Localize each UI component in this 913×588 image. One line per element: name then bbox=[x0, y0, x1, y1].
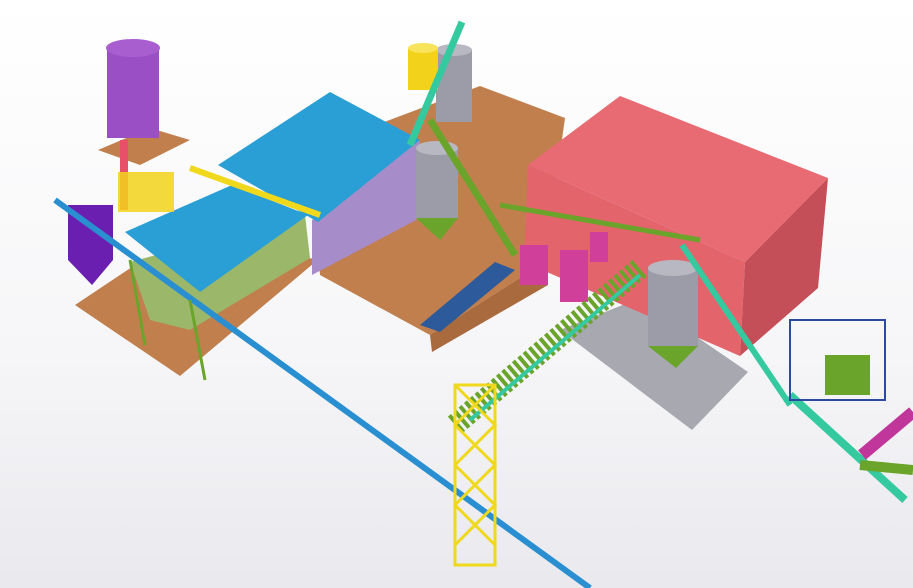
silo-right bbox=[648, 260, 698, 368]
plant-model-scene[interactable] bbox=[0, 0, 913, 588]
right-diagonal-conveyor bbox=[787, 392, 908, 503]
silo-purple-tower bbox=[106, 39, 174, 212]
silo-top bbox=[436, 44, 472, 122]
3d-model-viewport[interactable] bbox=[0, 0, 913, 588]
right-equipment-frame bbox=[789, 319, 886, 401]
magenta-pipe bbox=[858, 407, 913, 460]
green-pipe-right bbox=[859, 460, 913, 475]
